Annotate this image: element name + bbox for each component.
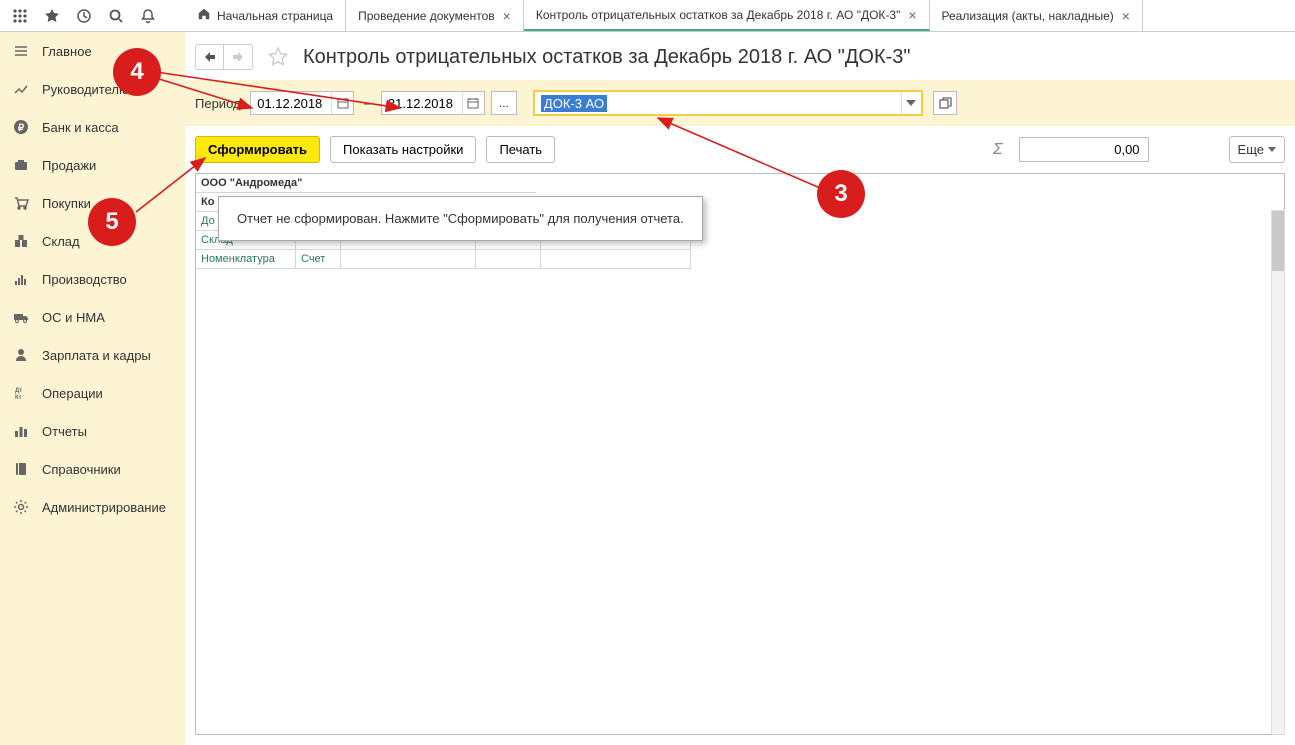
- truck-icon: [12, 308, 30, 326]
- tab-home[interactable]: Начальная страница: [185, 0, 346, 31]
- open-reference-button[interactable]: [933, 91, 957, 115]
- callout-4: 4: [113, 48, 161, 96]
- sidebar-item-label: Зарплата и кадры: [42, 348, 151, 363]
- trend-icon: [12, 80, 30, 98]
- svg-text:₽: ₽: [18, 123, 25, 134]
- calendar-icon[interactable]: [331, 92, 353, 114]
- forward-button[interactable]: [224, 45, 252, 69]
- sidebar-item-label: Администрирование: [42, 500, 166, 515]
- sidebar-item-catalogs[interactable]: Справочники: [0, 450, 185, 488]
- apps-icon[interactable]: [12, 8, 28, 24]
- sidebar-item-label: Банк и касса: [42, 120, 119, 135]
- menu-icon: [12, 42, 30, 60]
- svg-text:Кт: Кт: [15, 395, 22, 401]
- home-icon: [197, 7, 211, 24]
- tab-label: Реализация (акты, накладные): [942, 9, 1114, 23]
- sidebar-item-label: Склад: [42, 234, 80, 249]
- date-from-input[interactable]: [251, 96, 331, 111]
- back-button[interactable]: [196, 45, 224, 69]
- scroll-thumb[interactable]: [1272, 211, 1284, 271]
- sidebar-item-admin[interactable]: Администрирование: [0, 488, 185, 526]
- history-icon[interactable]: [76, 8, 92, 24]
- calendar-icon[interactable]: [462, 92, 484, 114]
- more-menu[interactable]: Еще: [1229, 136, 1285, 163]
- callout-3: 3: [817, 170, 865, 218]
- organization-field: ДОК-3 АО: [533, 90, 923, 116]
- date-separator: –: [364, 96, 371, 110]
- close-icon[interactable]: ×: [908, 7, 916, 23]
- date-from-field: [250, 91, 354, 115]
- print-button[interactable]: Печать: [486, 136, 555, 163]
- ruble-icon: ₽: [12, 118, 30, 136]
- gear-icon: [12, 498, 30, 516]
- period-label: Период:: [195, 96, 244, 111]
- tab-label: Начальная страница: [217, 9, 333, 23]
- sidebar-item-label: Покупки: [42, 196, 91, 211]
- sum-input[interactable]: [1019, 137, 1149, 162]
- star-icon[interactable]: [44, 8, 60, 24]
- date-to-input[interactable]: [382, 96, 462, 111]
- person-icon: [12, 346, 30, 364]
- sidebar-item-label: ОС и НМА: [42, 310, 105, 325]
- chart-icon: [12, 422, 30, 440]
- search-icon[interactable]: [108, 8, 124, 24]
- book-icon: [12, 460, 30, 478]
- page-title: Контроль отрицательных остатков за Декаб…: [303, 46, 911, 69]
- balance-icon: ДтКт: [12, 384, 30, 402]
- form-button[interactable]: Сформировать: [195, 136, 320, 163]
- report-company: ООО "Андромеда": [196, 174, 536, 193]
- tab-control[interactable]: Контроль отрицательных остатков за Декаб…: [524, 0, 930, 31]
- sidebar-item-label: Операции: [42, 386, 103, 401]
- close-icon[interactable]: ×: [1122, 8, 1130, 24]
- sidebar-item-reports[interactable]: Отчеты: [0, 412, 185, 450]
- scrollbar[interactable]: [1271, 210, 1285, 735]
- bell-icon[interactable]: [140, 8, 156, 24]
- sigma-icon: Σ: [993, 141, 1003, 159]
- factory-icon: [12, 270, 30, 288]
- organization-input[interactable]: ДОК-3 АО: [535, 96, 901, 111]
- sidebar-item-production[interactable]: Производство: [0, 260, 185, 298]
- sidebar-item-operations[interactable]: ДтКт Операции: [0, 374, 185, 412]
- date-to-field: [381, 91, 485, 115]
- svg-text:Дт: Дт: [15, 388, 22, 394]
- tab-label: Проведение документов: [358, 9, 495, 23]
- briefcase-icon: [12, 156, 30, 174]
- period-select-button[interactable]: ...: [491, 91, 517, 115]
- tab-realization[interactable]: Реализация (акты, накладные) ×: [930, 0, 1143, 31]
- sidebar-item-assets[interactable]: ОС и НМА: [0, 298, 185, 336]
- sidebar-item-label: Продажи: [42, 158, 96, 173]
- nav-back-forward: [195, 44, 253, 70]
- report-tooltip: Отчет не сформирован. Нажмите "Сформиров…: [218, 196, 703, 241]
- sidebar-item-hr[interactable]: Зарплата и кадры: [0, 336, 185, 374]
- show-settings-button[interactable]: Показать настройки: [330, 136, 476, 163]
- sidebar-item-sales[interactable]: Продажи: [0, 146, 185, 184]
- sidebar-item-label: Производство: [42, 272, 127, 287]
- dropdown-icon[interactable]: [901, 92, 921, 114]
- sidebar-item-bank[interactable]: ₽ Банк и касса: [0, 108, 185, 146]
- sidebar-item-label: Отчеты: [42, 424, 87, 439]
- box-icon: [12, 232, 30, 250]
- tab-documents[interactable]: Проведение документов ×: [346, 0, 524, 31]
- favorite-icon[interactable]: [267, 46, 289, 68]
- cart-icon: [12, 194, 30, 212]
- callout-5: 5: [88, 198, 136, 246]
- report-result: ООО "Андромеда" Ко До Склад Номенклатура…: [195, 173, 1285, 735]
- tab-label: Контроль отрицательных остатков за Декаб…: [536, 8, 901, 22]
- sidebar-item-label: Справочники: [42, 462, 121, 477]
- close-icon[interactable]: ×: [503, 8, 511, 24]
- sidebar-item-label: Главное: [42, 44, 92, 59]
